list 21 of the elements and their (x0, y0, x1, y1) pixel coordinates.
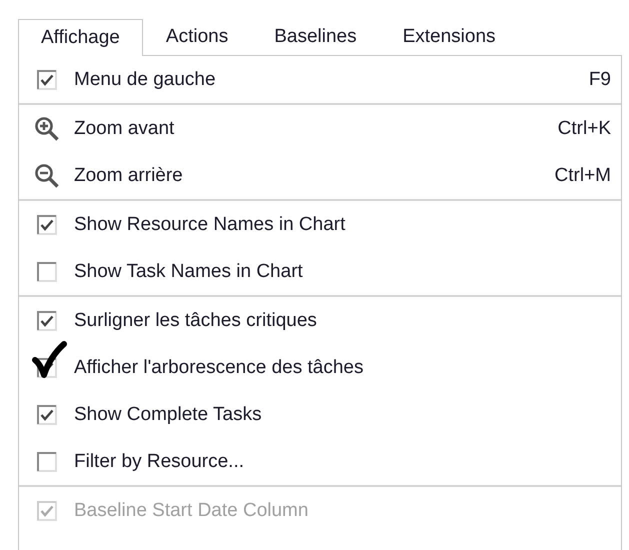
checkbox[interactable] (37, 452, 57, 472)
menu-item[interactable]: Filter by Resource... (74, 450, 611, 472)
shortcut-label: Ctrl+M (554, 164, 611, 186)
menu-item[interactable]: Zoom avant (74, 118, 558, 140)
menu-item[interactable]: Surligner les tâches critiques (74, 310, 611, 332)
menu-item[interactable]: Show Resource Names in Chart (74, 214, 611, 236)
checkbox[interactable] (37, 310, 57, 330)
zoom-in-icon (34, 116, 60, 142)
menu-tab[interactable]: Affichage (18, 19, 143, 56)
menu-item[interactable]: Afficher l'arborescence des tâches (74, 356, 611, 378)
menu-item[interactable]: Zoom arrière (74, 164, 555, 186)
shortcut-label: F9 (588, 68, 611, 90)
checkbox[interactable] (37, 70, 57, 90)
menu-item[interactable]: Show Task Names in Chart (74, 260, 611, 282)
menu-item[interactable]: Show Complete Tasks (74, 404, 611, 426)
checkbox[interactable] (37, 404, 57, 424)
zoom-out-icon (34, 162, 60, 188)
checkbox[interactable] (37, 262, 57, 282)
shortcut-label: Ctrl+K (558, 118, 611, 140)
checkbox[interactable] (37, 214, 57, 234)
menu-item[interactable]: Menu de gauche (74, 68, 589, 90)
